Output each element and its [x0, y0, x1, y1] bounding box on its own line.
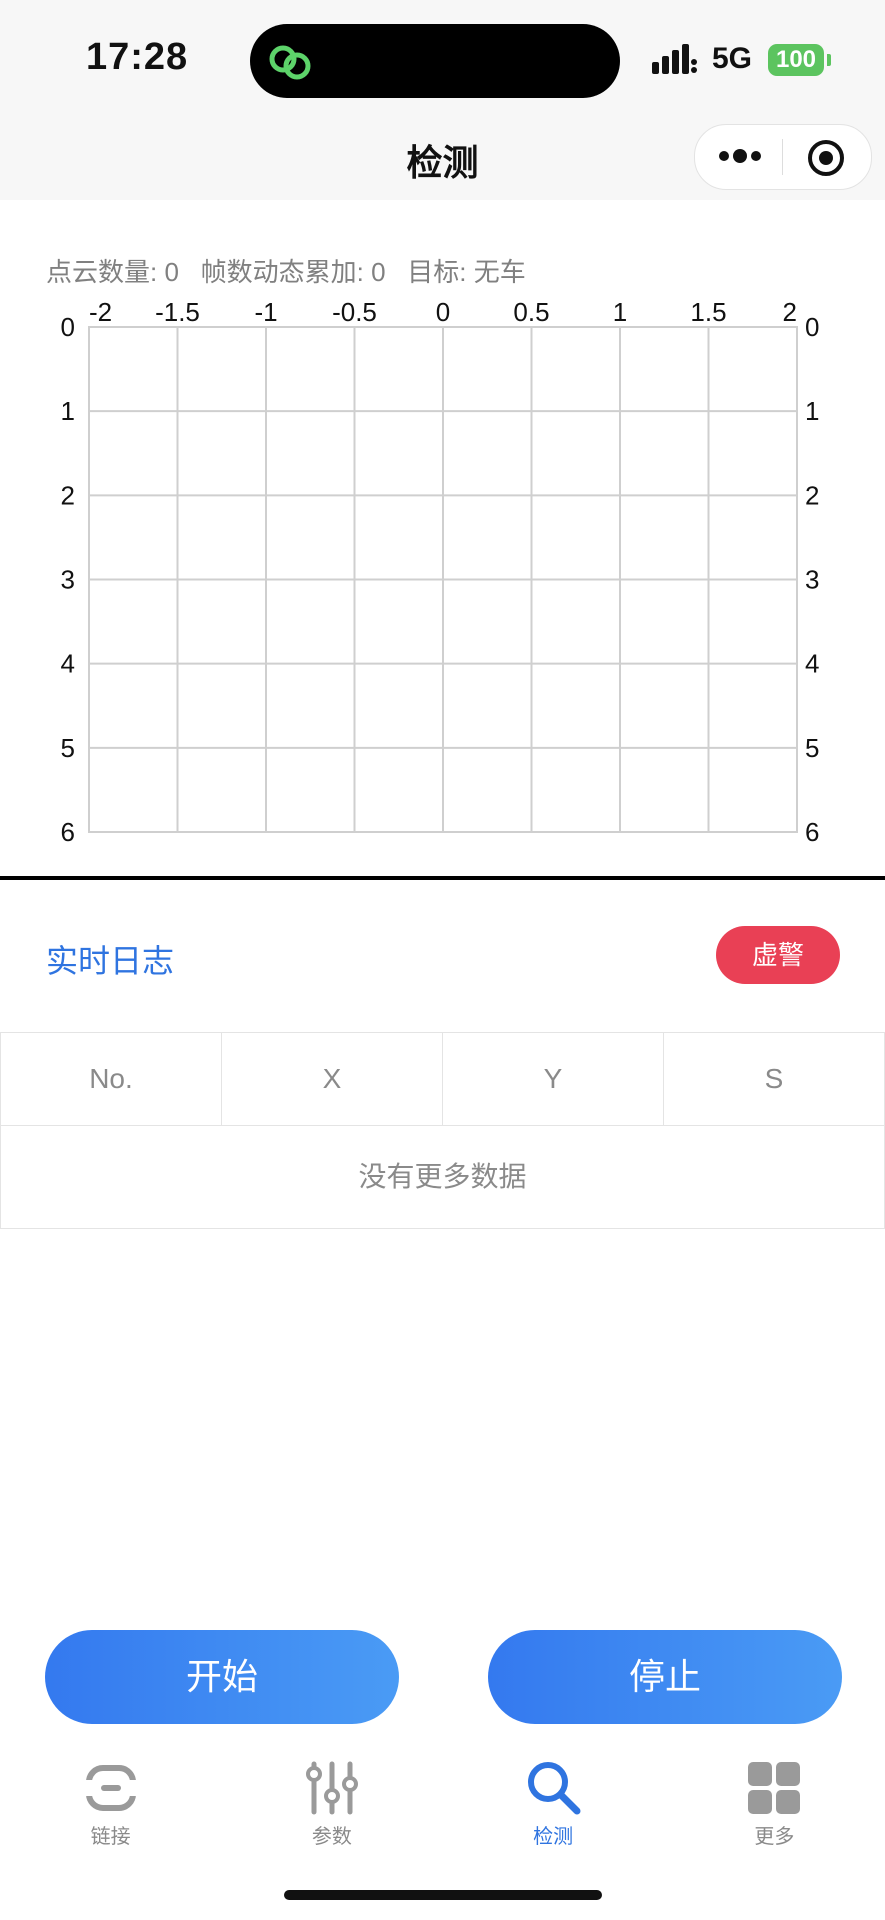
tab-label-link: 链接 [90, 1826, 131, 1848]
log-table: No. X Y S 没有更多数据 [0, 1032, 885, 1229]
x-tick-label: 1 [613, 297, 627, 327]
column-header-x: X [221, 1033, 442, 1125]
y-tick-label-right: 0 [805, 312, 819, 342]
table-empty-message: 没有更多数据 [0, 1126, 885, 1229]
status-time: 17:28 [86, 36, 189, 78]
sliders-icon [305, 1761, 358, 1815]
y-tick-label-right: 4 [805, 649, 819, 679]
column-header-y: Y [442, 1033, 663, 1125]
x-tick-label: -0.5 [332, 297, 377, 327]
x-tick-label: 0 [436, 297, 450, 327]
search-icon [528, 1762, 581, 1815]
y-tick-label-right: 1 [805, 396, 819, 426]
close-target-icon[interactable] [806, 138, 846, 178]
y-tick-label-left: 2 [61, 480, 75, 510]
y-tick-label-right: 6 [805, 817, 819, 847]
false-alarm-button[interactable]: 虚警 [716, 926, 840, 984]
column-header-no: No. [0, 1033, 221, 1125]
tab-label-params: 参数 [311, 1826, 352, 1848]
point-cloud-chart: -2 -1.5 -1 -0.5 0 0.5 1 1.5 20 01 12 23 34 45 56 6 [61, 297, 820, 847]
start-button[interactable]: 开始 [45, 1630, 399, 1724]
battery-icon: 100 [768, 44, 824, 76]
x-tick-label: 0.5 [513, 297, 549, 327]
tab-link[interactable]: 链接 [0, 1750, 221, 1860]
table-header: No. X Y S [0, 1032, 885, 1126]
tab-params[interactable]: 参数 [221, 1750, 442, 1860]
y-tick-label-left: 1 [61, 396, 75, 426]
home-indicator [284, 1890, 602, 1900]
tab-label-more: 更多 [754, 1826, 795, 1848]
tab-more[interactable]: 更多 [664, 1750, 885, 1860]
x-tick-label: 2 [783, 297, 797, 327]
x-tick-label: -1 [254, 297, 277, 327]
battery-tip [827, 54, 831, 66]
y-tick-label-left: 4 [61, 649, 75, 679]
x-tick-label: -1.5 [155, 297, 200, 327]
y-tick-label-right: 3 [805, 565, 819, 595]
y-tick-label-left: 3 [61, 565, 75, 595]
grid-icon [748, 1762, 801, 1814]
tab-detect[interactable]: 检测 [443, 1750, 664, 1860]
link-icon [82, 1765, 139, 1811]
y-tick-label-right: 5 [805, 733, 819, 763]
x-tick-label: 1.5 [690, 297, 726, 327]
x-tick-label: -2 [89, 297, 112, 327]
signal-icon [652, 44, 697, 74]
more-dots-icon[interactable] [718, 138, 762, 174]
y-tick-label-left: 6 [61, 817, 75, 847]
tab-bar: 链接 参数 检测 更多 [0, 1750, 885, 1860]
y-tick-label-right: 2 [805, 480, 819, 510]
stop-button[interactable]: 停止 [488, 1630, 842, 1724]
column-header-s: S [663, 1033, 885, 1125]
network-type: 5G [712, 42, 753, 75]
wechat-mini-program-icon [269, 45, 311, 80]
y-tick-label-left: 5 [61, 733, 75, 763]
log-title: 实时日志 [46, 943, 175, 979]
section-divider [0, 876, 885, 880]
y-tick-label-left: 0 [61, 312, 75, 342]
tab-label-detect: 检测 [533, 1826, 574, 1848]
capsule-divider [782, 139, 783, 175]
